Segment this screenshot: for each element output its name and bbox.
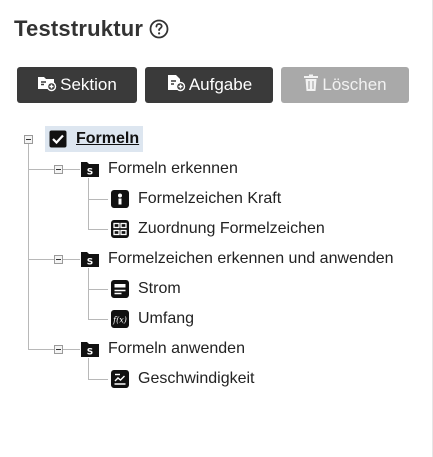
tree-task-label: Geschwindigkeit (138, 370, 255, 387)
tree-connector (88, 358, 89, 379)
section-folder-icon: S (81, 250, 99, 268)
formula-fx-icon: f(x) (111, 310, 129, 328)
tree-task-label: Formelzeichen Kraft (138, 190, 282, 207)
tree-task-label: Zuordnung Formelzeichen (138, 220, 325, 237)
tree-task-node[interactable]: f(x) Umfang (111, 307, 194, 331)
text-lines-icon (111, 280, 129, 298)
test-structure-tree: Formeln S Formeln erkennen Formelzeichen… (0, 0, 433, 457)
tree-task-node[interactable]: Geschwindigkeit (111, 367, 255, 391)
section-folder-icon: S (81, 340, 99, 358)
tree-section-node[interactable]: S Formeln erkennen (81, 157, 238, 181)
tree-connector (88, 289, 108, 290)
tree-connector (88, 268, 89, 319)
collapse-section-toggle[interactable] (54, 165, 63, 174)
tree-connector (28, 144, 29, 350)
tree-task-label: Umfang (138, 310, 195, 327)
svg-text:S: S (87, 348, 93, 358)
info-card-icon (111, 190, 129, 208)
tree-connector (88, 178, 89, 229)
chart-card-icon (111, 370, 129, 388)
tree-section-node[interactable]: S Formelzeichen erkennen und anwenden (81, 247, 394, 271)
tree-task-node[interactable]: Formelzeichen Kraft (111, 187, 281, 211)
tree-connector (88, 319, 108, 320)
tree-connector (88, 229, 108, 230)
tree-connector (88, 379, 108, 380)
checkbox-checked-icon (49, 130, 67, 148)
tree-root-label: Formeln (76, 130, 140, 147)
tree-task-node[interactable]: Zuordnung Formelzeichen (111, 217, 325, 241)
tree-root-node[interactable]: Formeln (45, 126, 144, 152)
tree-section-node[interactable]: S Formeln anwenden (81, 337, 245, 361)
tree-connector (88, 199, 108, 200)
tree-task-label: Strom (138, 280, 181, 297)
collapse-section-toggle[interactable] (54, 345, 63, 354)
tree-task-node[interactable]: Strom (111, 277, 181, 301)
svg-text:S: S (87, 258, 93, 268)
collapse-section-toggle[interactable] (54, 255, 63, 264)
collapse-root-toggle[interactable] (24, 135, 33, 144)
svg-text:f(x): f(x) (112, 316, 127, 325)
tree-section-label: Formeln anwenden (108, 340, 245, 357)
grid-match-icon (111, 220, 129, 238)
svg-text:S: S (87, 168, 93, 178)
tree-section-label: Formelzeichen erkennen und anwenden (108, 250, 394, 267)
tree-section-label: Formeln erkennen (108, 160, 238, 177)
section-folder-icon: S (81, 160, 99, 178)
